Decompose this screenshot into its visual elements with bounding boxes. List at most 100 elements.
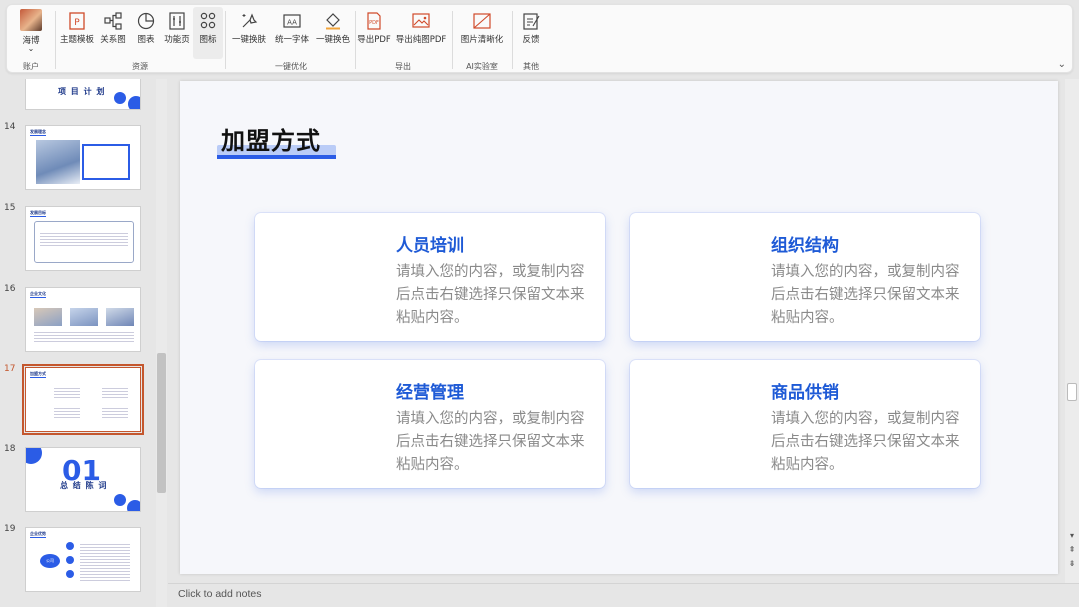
thumbnail-image [36, 140, 80, 184]
feedback-icon [523, 13, 540, 30]
slide-thumbnail[interactable]: 发展理念 [25, 125, 141, 190]
unify-font-button[interactable]: AA 统一字体 [273, 7, 311, 59]
slide-thumbnail[interactable]: 01 总 结 陈 词 [25, 447, 141, 512]
feedback-label: 反馈 [522, 35, 540, 45]
unify-font-label: 统一字体 [274, 35, 309, 45]
card-body[interactable]: 请填入您的内容，或复制内容后点击右键选择只保留文本来粘贴内容。 [396, 408, 596, 477]
avatar [20, 9, 42, 31]
thumbnail-decor [127, 500, 140, 511]
font-icon: AA [283, 14, 301, 28]
optimize-group-label: 一键优化 [275, 62, 307, 71]
one-click-color-button[interactable]: 一键换色 [313, 7, 353, 59]
account-group-label: 账户 [23, 62, 39, 71]
card-body[interactable]: 请填入您的内容，或复制内容后点击右键选择只保留文本来粘贴内容。 [771, 408, 971, 477]
template-icon: P [69, 12, 85, 30]
feature-page-button[interactable]: 功能页 [163, 7, 191, 59]
card-operations[interactable]: 经营管理 请填入您的内容，或复制内容后点击右键选择只保留文本来粘贴内容。 [255, 360, 605, 488]
slide-thumbnail-current[interactable]: 加盟方式 [22, 364, 144, 435]
notes-pane[interactable]: Click to add notes [168, 583, 1079, 607]
thumbnail-decor [114, 92, 126, 104]
card-title[interactable]: 经营管理 [396, 378, 464, 403]
scroll-down-arrow-icon[interactable]: ▾ [1065, 531, 1079, 540]
slide-number: 18 [4, 444, 16, 454]
ribbon-toolbar: 海博 ⌄ 账户 P 主题模板 关系图 图表 功能页 图标 资源 一键换肤 AA … [6, 4, 1073, 73]
account-button[interactable]: 海博 ⌄ [11, 7, 51, 59]
icons-icon [200, 12, 216, 29]
thumbnail-text-lines [34, 330, 134, 342]
theme-template-button[interactable]: P 主题模板 [59, 7, 95, 59]
editor-scroll-thumb[interactable] [1067, 383, 1077, 401]
card-body[interactable]: 请填入您的内容，或复制内容后点击右键选择只保留文本来粘贴内容。 [771, 261, 971, 330]
ribbon-divider [452, 11, 453, 69]
thumbnail-title: 项 目 计 划 [58, 87, 106, 96]
slide-number: 16 [4, 284, 16, 294]
skin-icon [242, 13, 258, 28]
optimize-group: 一键换肤 AA 统一字体 一键换色 一键优化 [229, 5, 353, 74]
slide-thumbnail[interactable]: 企业文化 [25, 287, 141, 352]
thumbnail-node [66, 556, 74, 564]
notes-placeholder[interactable]: Click to add notes [178, 588, 261, 600]
slide-title[interactable]: 加盟方式 [221, 121, 321, 156]
thumbnail-node [66, 542, 74, 550]
icons-button[interactable]: 图标 [193, 7, 223, 59]
card-training[interactable]: 人员培训 请填入您的内容，或复制内容后点击右键选择只保留文本来粘贴内容。 [255, 213, 605, 341]
thumbnail-text-lines [102, 406, 128, 418]
image-clarify-button[interactable]: 图片清晰化 [457, 7, 507, 59]
feedback-button[interactable]: 反馈 [517, 7, 545, 59]
image-pdf-icon [412, 13, 430, 28]
image-clarify-icon [473, 13, 491, 29]
resources-group: P 主题模板 关系图 图表 功能页 图标 资源 [57, 5, 223, 74]
slide-thumbnail[interactable]: 发展目标 [25, 206, 141, 271]
export-image-pdf-button[interactable]: 导出纯图PDF [393, 7, 449, 59]
thumbnail-title: 总 结 陈 词 [60, 481, 108, 490]
slide-number: 19 [4, 524, 16, 534]
card-supply[interactable]: 商品供销 请填入您的内容，或复制内容后点击右键选择只保留文本来粘贴内容。 [630, 360, 980, 488]
thumbnail-center-node: 公司 [40, 554, 60, 568]
export-pdf-button[interactable]: PDF 导出PDF [357, 7, 391, 59]
ai-lab-group: 图片清晰化 AI实验室 [455, 5, 509, 74]
collapse-ribbon-chevron-icon[interactable]: ⌄ [1058, 59, 1066, 70]
thumbnail-scroll-thumb[interactable] [157, 353, 166, 493]
slide-thumbnail[interactable]: 企业优势 公司 [25, 527, 141, 592]
thumbnail-title: 发展目标 [30, 210, 46, 217]
next-slide-icon[interactable]: ⇟ [1065, 559, 1079, 568]
pdf-icon: PDF [367, 12, 381, 30]
icons-label: 图标 [199, 35, 217, 45]
chevron-down-icon[interactable]: ⌄ [11, 45, 51, 53]
ribbon-divider [512, 11, 513, 69]
slide-thumbnail-pane: 项 目 计 划 14 发展理念 15 发展目标 16 企业文化 17 加盟方式 … [0, 79, 168, 607]
one-click-skin-button[interactable]: 一键换肤 [229, 7, 269, 59]
thumbnail-decor [114, 494, 126, 506]
relation-diagram-label: 关系图 [100, 35, 126, 45]
ribbon-divider [355, 11, 356, 69]
thumbnail-node [66, 570, 74, 578]
card-title[interactable]: 人员培训 [396, 231, 464, 256]
thumbnail-text-lines [102, 386, 128, 398]
thumbnail-scrollbar[interactable] [156, 79, 167, 607]
card-title[interactable]: 组织结构 [771, 231, 839, 256]
card-structure[interactable]: 组织结构 请填入您的内容，或复制内容后点击右键选择只保留文本来粘贴内容。 [630, 213, 980, 341]
export-group-label: 导出 [395, 62, 411, 71]
feature-page-label: 功能页 [164, 35, 190, 45]
chart-label: 图表 [137, 35, 155, 45]
svg-text:P: P [74, 18, 80, 28]
slide-editor: 加盟方式 人员培训 请填入您的内容，或复制内容后点击右键选择只保留文本来粘贴内容… [168, 79, 1079, 583]
slide-number: 17 [4, 364, 16, 374]
chart-button[interactable]: 图表 [133, 7, 159, 59]
thumbnail-title: 加盟方式 [30, 371, 46, 378]
ribbon-divider [225, 11, 226, 69]
slide-canvas[interactable]: 加盟方式 人员培训 请填入您的内容，或复制内容后点击右键选择只保留文本来粘贴内容… [180, 81, 1058, 574]
thumbnail-text-lines [54, 406, 80, 418]
thumbnail-title: 发展理念 [30, 129, 46, 136]
editor-scrollbar[interactable]: ▾ ⇞ ⇟ [1065, 79, 1079, 583]
paint-bucket-icon [326, 13, 340, 30]
relation-diagram-button[interactable]: 关系图 [97, 7, 129, 59]
card-body[interactable]: 请填入您的内容，或复制内容后点击右键选择只保留文本来粘贴内容。 [396, 261, 596, 330]
thumbnail-decor [128, 96, 140, 109]
previous-slide-icon[interactable]: ⇞ [1065, 545, 1079, 554]
resources-group-label: 资源 [132, 62, 148, 71]
card-title[interactable]: 商品供销 [771, 378, 839, 403]
thumbnail-text-lines [80, 542, 130, 582]
image-clarify-label: 图片清晰化 [460, 35, 504, 45]
slide-thumbnail[interactable]: 项 目 计 划 [25, 79, 141, 110]
